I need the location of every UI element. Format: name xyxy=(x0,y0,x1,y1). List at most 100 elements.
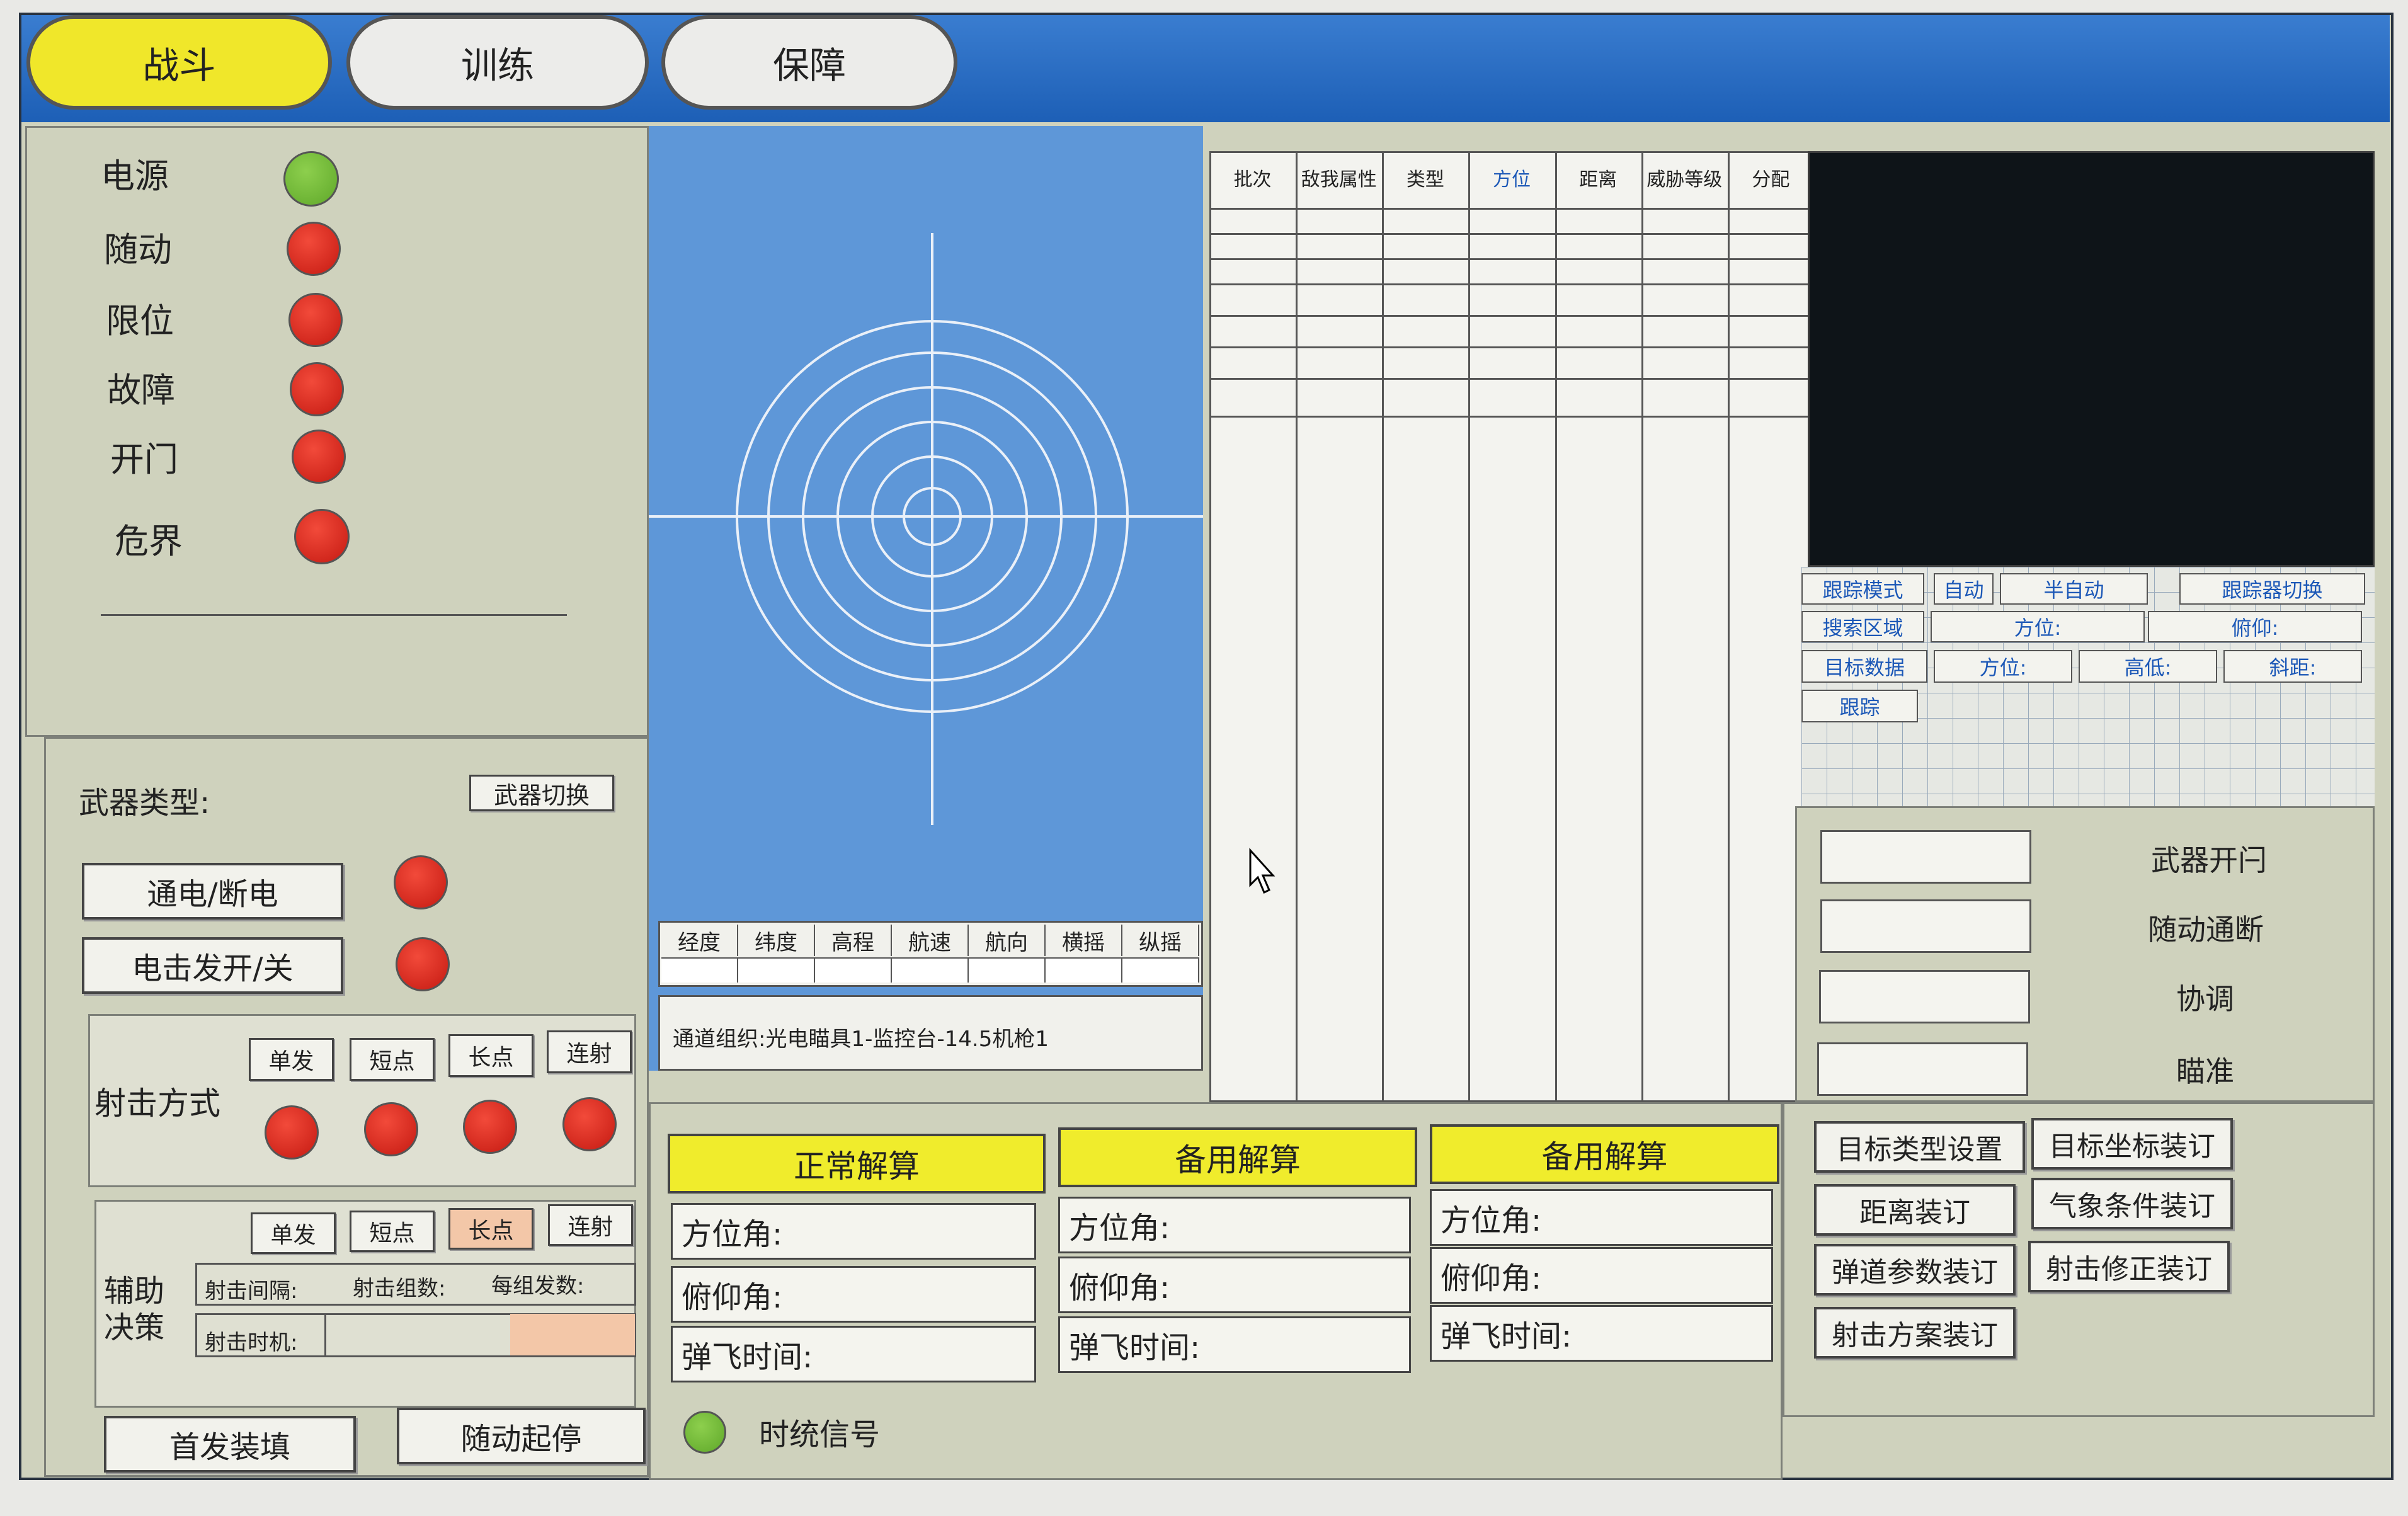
follow-start-stop-button[interactable]: 随动起停 xyxy=(397,1408,646,1464)
target-type-setting-button[interactable]: 目标类型设置 xyxy=(1814,1121,2025,1173)
aim-label: 瞄准 xyxy=(2176,1054,2234,1088)
nav-column-value xyxy=(892,957,969,983)
table-row-divider xyxy=(1209,416,1814,418)
first-load-button[interactable]: 首发装填 xyxy=(104,1416,356,1473)
limit-lamp xyxy=(288,293,343,347)
normal-flight-time-field[interactable]: 弹飞时间: xyxy=(671,1326,1036,1382)
table-header-cell: 距离 xyxy=(1555,151,1643,208)
status-label-door: 开门 xyxy=(110,440,178,479)
tab-training[interactable]: 训练 xyxy=(346,15,649,110)
table-header-cell: 类型 xyxy=(1382,151,1470,208)
danger-lamp xyxy=(294,509,350,564)
coordinate-indicator xyxy=(1819,970,2030,1023)
fire-mode-single-lamp xyxy=(265,1105,319,1160)
target-azimuth-field[interactable]: 方位: xyxy=(1934,650,2072,683)
group-count-label: 射击组数: xyxy=(353,1276,446,1301)
table-col-divider xyxy=(1468,151,1471,1102)
timing-input[interactable] xyxy=(510,1314,635,1355)
status-label-danger: 危界 xyxy=(115,521,183,561)
aux-single-button[interactable]: 单发 xyxy=(251,1212,336,1254)
fire-mode-single-button[interactable]: 单发 xyxy=(249,1038,334,1081)
power-toggle-lamp xyxy=(394,855,448,909)
fire-plan-binding-button[interactable]: 射击方案装订 xyxy=(1814,1307,2016,1359)
cursor-move-icon xyxy=(1249,848,1275,894)
distance-binding-button[interactable]: 距离装订 xyxy=(1814,1184,2016,1236)
divider xyxy=(101,614,567,616)
normal-solution-button[interactable]: 正常解算 xyxy=(668,1134,1046,1194)
tracker-semi-button[interactable]: 半自动 xyxy=(2000,573,2148,605)
target-coord-binding-button[interactable]: 目标坐标装订 xyxy=(2031,1118,2233,1170)
target-data-label: 目标数据 xyxy=(1801,650,1927,683)
tracker-mode-label: 跟踪模式 xyxy=(1801,573,1924,605)
follow-switch-label: 随动通断 xyxy=(2148,913,2264,947)
table-row-divider xyxy=(1209,233,1814,235)
nav-column-header: 经度 xyxy=(661,925,738,956)
status-label-limit: 限位 xyxy=(106,301,174,341)
nav-column-header: 航向 xyxy=(969,925,1046,956)
tab-combat[interactable]: 战斗 xyxy=(26,15,332,110)
table-col-divider xyxy=(1382,151,1384,1102)
aim-indicator xyxy=(1817,1042,2028,1096)
nav-column-value xyxy=(1046,957,1122,983)
channel-text: 通道组织:光电瞄具1-监控台-14.5机枪1 xyxy=(673,1027,1049,1052)
tab-support[interactable]: 保障 xyxy=(661,15,957,110)
fire-correction-binding-button[interactable]: 射击修正装订 xyxy=(2028,1241,2230,1292)
table-col-divider xyxy=(1727,151,1730,1102)
tab-label: 训练 xyxy=(460,44,534,87)
target-table[interactable] xyxy=(1209,151,1814,1102)
normal-pitch-field[interactable]: 俯仰角: xyxy=(671,1266,1036,1323)
tracker-auto-button[interactable]: 自动 xyxy=(1934,573,1994,605)
table-row-divider xyxy=(1209,208,1814,210)
electric-fire-lamp xyxy=(396,937,450,991)
track-button[interactable]: 跟踪 xyxy=(1801,690,1918,722)
fire-mode-long-button[interactable]: 长点 xyxy=(448,1034,534,1077)
nav-column-header: 纬度 xyxy=(738,925,815,956)
backup1-pitch-field[interactable]: 俯仰角: xyxy=(1058,1257,1411,1313)
backup-solution-1-button[interactable]: 备用解算 xyxy=(1058,1127,1417,1187)
backup2-flight-time-field[interactable]: 弹飞时间: xyxy=(1430,1305,1773,1362)
backup2-pitch-field[interactable]: 俯仰角: xyxy=(1430,1247,1773,1304)
follow-switch-indicator xyxy=(1820,899,2031,953)
aux-label-2: 决策 xyxy=(104,1310,165,1345)
power-lamp xyxy=(283,151,339,207)
time-signal-label: 时统信号 xyxy=(759,1417,881,1452)
nav-column-value xyxy=(1122,957,1199,983)
status-label-fault: 故障 xyxy=(107,370,175,410)
door-lamp xyxy=(292,430,346,484)
backup1-azimuth-field[interactable]: 方位角: xyxy=(1058,1197,1411,1253)
timing-divider xyxy=(324,1315,326,1355)
table-header-cell: 威胁等级 xyxy=(1641,151,1729,208)
search-azimuth-field[interactable]: 方位: xyxy=(1931,611,2145,642)
table-row-divider xyxy=(1209,283,1814,285)
fire-mode-short-button[interactable]: 短点 xyxy=(350,1038,435,1081)
normal-azimuth-field[interactable]: 方位角: xyxy=(671,1203,1036,1260)
table-row-divider xyxy=(1209,315,1814,317)
backup1-flight-time-field[interactable]: 弹飞时间: xyxy=(1058,1316,1411,1373)
nav-column-value xyxy=(738,957,815,983)
backup2-azimuth-field[interactable]: 方位角: xyxy=(1430,1189,1773,1246)
video-feed[interactable] xyxy=(1808,151,2375,567)
aux-long-button[interactable]: 长点 xyxy=(448,1208,534,1250)
aux-burst-button[interactable]: 连射 xyxy=(548,1204,633,1246)
tab-label: 战斗 xyxy=(142,44,216,87)
fire-mode-label: 射击方式 xyxy=(94,1085,220,1122)
backup-solution-2-button[interactable]: 备用解算 xyxy=(1430,1124,1779,1184)
power-toggle-button[interactable]: 通电/断电 xyxy=(82,863,343,920)
search-pitch-field[interactable]: 俯仰: xyxy=(2148,611,2362,642)
status-label-power: 电源 xyxy=(101,156,169,196)
weapon-switch-button[interactable]: 武器切换 xyxy=(469,775,614,811)
table-col-divider xyxy=(1296,151,1298,1102)
ballistic-binding-button[interactable]: 弹道参数装订 xyxy=(1814,1244,2016,1296)
weather-binding-button[interactable]: 气象条件装订 xyxy=(2031,1178,2233,1229)
tab-label: 保障 xyxy=(772,44,846,87)
per-group-label: 每组发数: xyxy=(491,1274,585,1299)
electric-fire-button[interactable]: 电击发开/关 xyxy=(82,937,343,994)
table-col-divider xyxy=(1555,151,1557,1102)
target-slant-field[interactable]: 斜距: xyxy=(2223,650,2362,683)
tracker-switch-button[interactable]: 跟踪器切换 xyxy=(2179,573,2365,605)
target-height-field[interactable]: 高低: xyxy=(2079,650,2217,683)
aux-short-button[interactable]: 短点 xyxy=(350,1211,435,1252)
fire-mode-burst-lamp xyxy=(562,1097,617,1151)
fire-mode-burst-button[interactable]: 连射 xyxy=(547,1030,632,1073)
nav-column-header: 横摇 xyxy=(1046,925,1122,956)
